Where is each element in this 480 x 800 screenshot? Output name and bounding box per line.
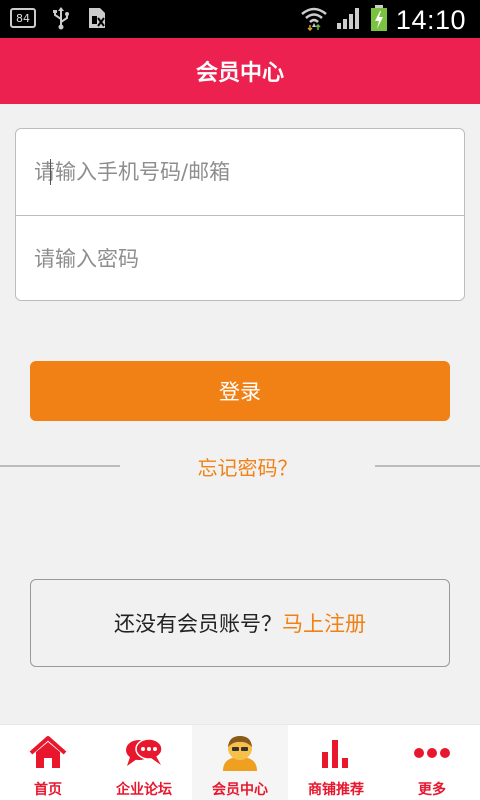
tab-home[interactable]: 首页 <box>0 725 96 800</box>
tab-shop-recommend[interactable]: 商铺推荐 <box>288 725 384 800</box>
register-link[interactable]: 马上注册 <box>282 608 366 638</box>
password-input[interactable] <box>34 247 434 271</box>
phone-email-input[interactable] <box>34 160 434 184</box>
user-icon <box>220 733 260 773</box>
notification-badge: 84 <box>10 8 36 28</box>
phone-email-field[interactable] <box>16 129 464 215</box>
tab-more[interactable]: 更多 <box>384 725 480 800</box>
register-box: 还没有会员账号？ 马上注册 <box>30 579 450 667</box>
bottom-tab-bar: 首页 企业论坛 会员中心 商铺推荐 更多 <box>0 724 480 800</box>
password-field[interactable] <box>16 216 464 302</box>
tab-label: 更多 <box>418 782 446 798</box>
divider-left <box>0 465 120 467</box>
app-header: 会员中心 <box>0 38 480 104</box>
bar-chart-icon <box>316 733 356 773</box>
usb-icon <box>50 6 72 30</box>
text-cursor <box>50 159 51 185</box>
register-prompt: 还没有会员账号？ <box>114 612 282 636</box>
wifi-icon <box>300 5 328 35</box>
signal-icon <box>336 6 362 34</box>
forgot-password-link[interactable]: 忘记密码？ <box>120 452 375 481</box>
login-button[interactable]: 登录 <box>30 361 450 421</box>
clock: 14:10 <box>395 4 466 35</box>
tab-member-center[interactable]: 会员中心 <box>192 725 288 800</box>
tab-label: 企业论坛 <box>116 782 172 798</box>
divider-right <box>375 465 480 467</box>
tab-label: 会员中心 <box>212 782 268 798</box>
login-form <box>15 128 465 301</box>
status-bar: 84 14:10 <box>0 0 480 38</box>
chat-bubbles-icon <box>124 733 164 773</box>
battery-charging-icon <box>370 4 388 36</box>
more-dots-icon <box>412 733 452 773</box>
home-icon <box>28 733 68 773</box>
page-title: 会员中心 <box>195 61 284 86</box>
sim-icon <box>86 6 108 30</box>
tab-forum[interactable]: 企业论坛 <box>96 725 192 800</box>
tab-label: 首页 <box>34 782 62 798</box>
tab-label: 商铺推荐 <box>308 782 364 798</box>
